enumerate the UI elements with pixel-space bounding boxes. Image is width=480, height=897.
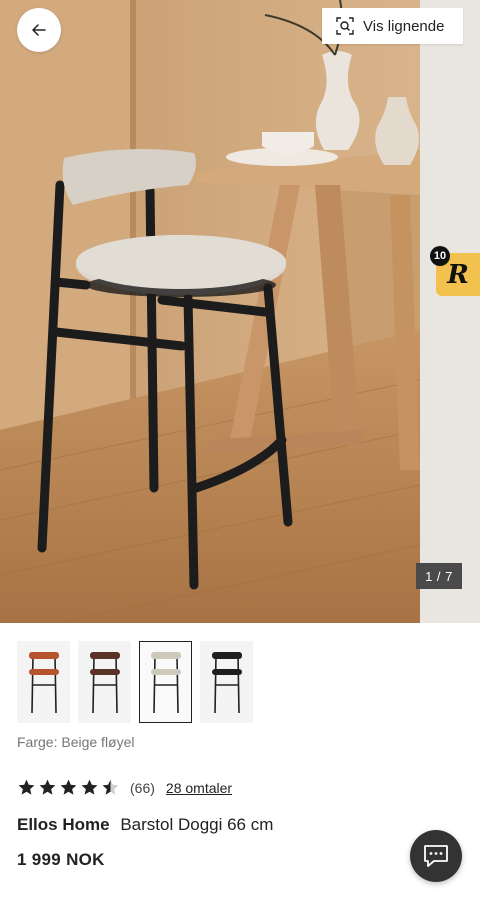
rewards-count-badge: 10	[430, 246, 450, 266]
rewards-logo: R	[447, 259, 469, 290]
chat-icon	[424, 845, 448, 867]
color-swatch-rust[interactable]	[17, 641, 70, 723]
product-brand: Ellos Home	[17, 815, 110, 834]
star-icon	[81, 779, 98, 795]
color-swatch-brown[interactable]	[78, 641, 131, 723]
product-title: Ellos Home Barstol Doggi 66 cm	[17, 815, 273, 835]
show-similar-button[interactable]: Vis lignende	[322, 8, 463, 44]
color-swatch-beige[interactable]	[139, 641, 192, 723]
rating-row: (66) 28 omtaler	[17, 778, 232, 797]
star-icon	[60, 779, 77, 795]
back-button[interactable]	[17, 8, 61, 52]
product-image-carousel[interactable]: Vis lignende R 10 1 / 7	[0, 0, 480, 623]
swatch-stool-image	[28, 652, 59, 714]
product-name: Barstol Doggi 66 cm	[120, 815, 274, 834]
swatch-stool-image	[211, 652, 242, 714]
color-swatches	[17, 641, 253, 723]
show-similar-label: Vis lignende	[363, 17, 445, 35]
swatch-stool-image	[89, 652, 120, 714]
image-counter: 1 / 7	[416, 563, 462, 589]
star-icon	[39, 779, 56, 795]
color-label: Farge: Beige fløyel	[17, 734, 135, 750]
reviews-link[interactable]: 28 omtaler	[166, 780, 232, 796]
product-price: 1 999 NOK	[17, 850, 105, 869]
rating-stars	[17, 778, 120, 797]
star-icon	[102, 779, 119, 795]
rating-count: (66)	[130, 779, 155, 796]
star-icon	[18, 779, 35, 795]
visual-search-icon	[336, 17, 354, 35]
chat-button[interactable]	[410, 830, 462, 882]
color-swatch-black[interactable]	[200, 641, 253, 723]
product-image	[0, 0, 480, 623]
arrow-left-icon	[32, 24, 46, 36]
swatch-stool-image	[150, 652, 181, 714]
